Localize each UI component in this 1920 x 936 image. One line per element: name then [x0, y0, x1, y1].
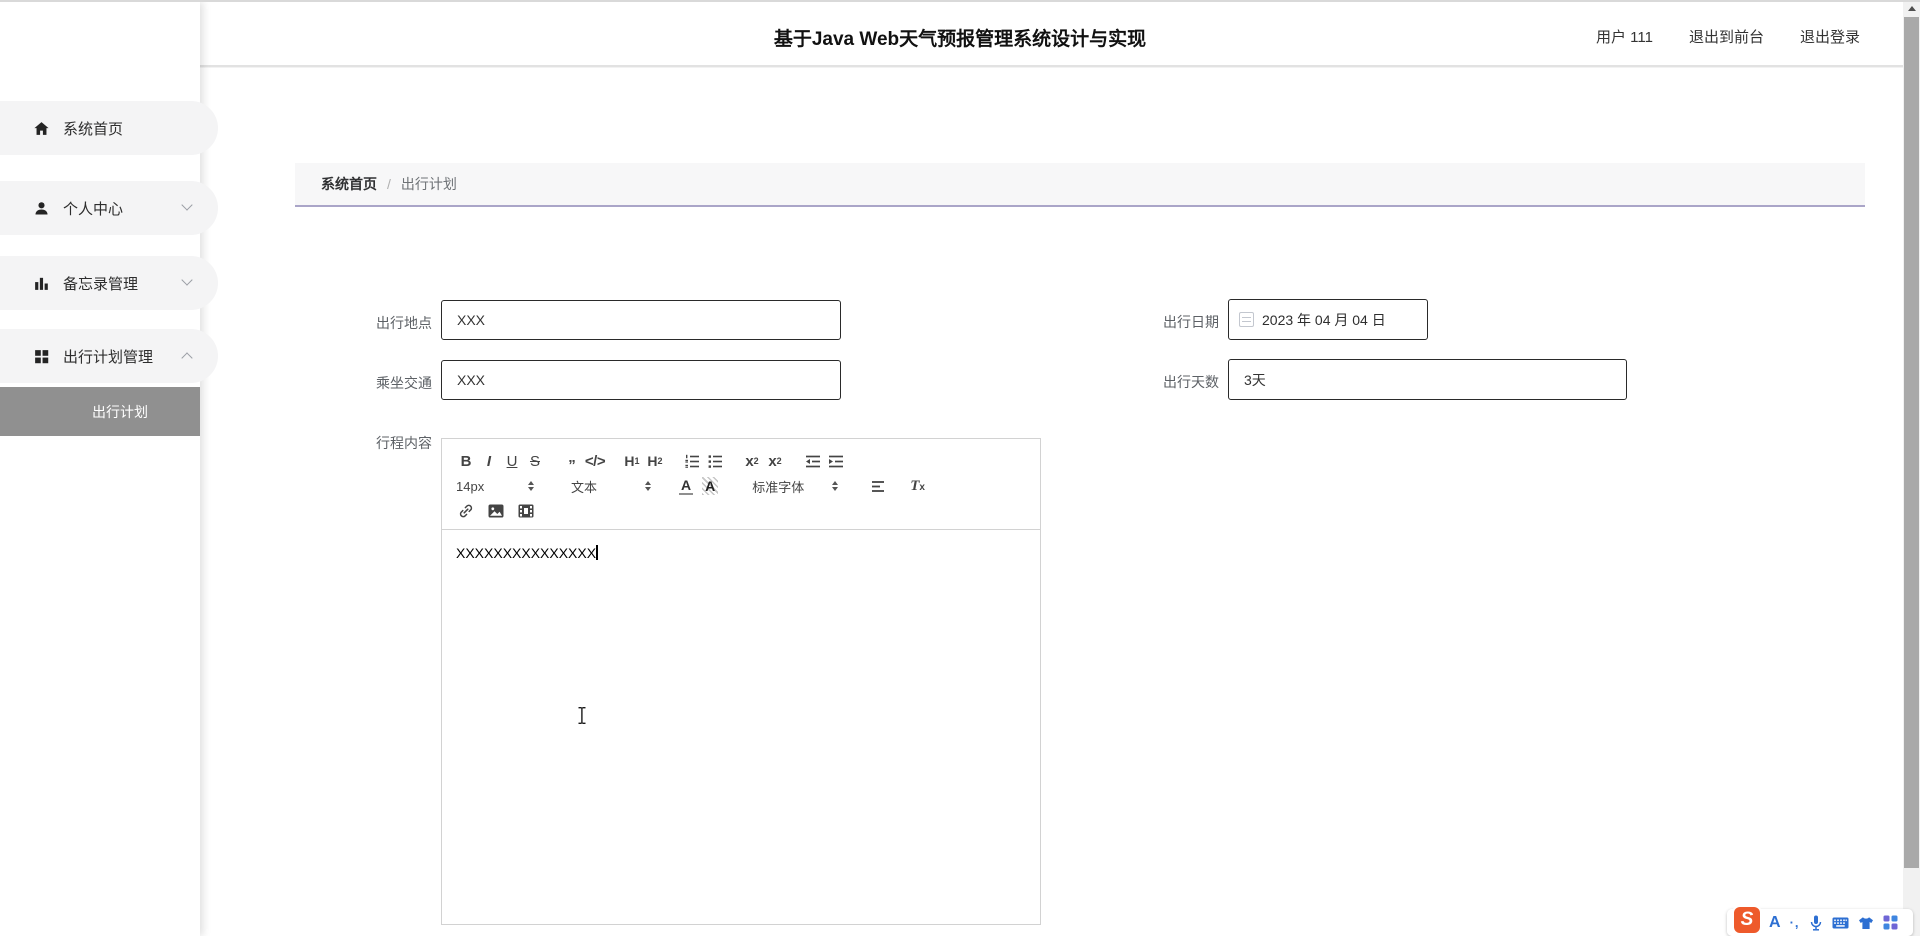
content-label: 行程内容: [376, 435, 432, 451]
strikethrough-button[interactable]: S: [525, 451, 545, 471]
microphone-icon[interactable]: [1809, 915, 1823, 931]
toolbar-row-2: 14px 文本 A A 标准字体 Tx: [456, 475, 1026, 497]
breadcrumb-current: 出行计划: [400, 176, 457, 192]
date-label: 出行日期: [1163, 314, 1219, 330]
insert-image-button[interactable]: [486, 501, 506, 521]
video-icon: [518, 504, 534, 518]
scrollbar-thumb[interactable]: [1904, 17, 1919, 868]
insert-video-button[interactable]: [516, 501, 536, 521]
toolbar-row-3: [456, 500, 1026, 522]
code-block-button[interactable]: </>: [585, 451, 606, 471]
vertical-scrollbar[interactable]: [1903, 0, 1920, 936]
grid-icon: [33, 348, 50, 365]
sidebar: 系统首页 个人中心 备忘录管理 出行计划管理 出行计划: [0, 2, 218, 936]
superscript-button[interactable]: x2: [765, 451, 785, 471]
sogou-logo-icon[interactable]: S: [1734, 907, 1760, 933]
breadcrumb-root[interactable]: 系统首页: [321, 174, 377, 194]
indent-button[interactable]: [825, 451, 845, 471]
select-arrows-icon: [528, 481, 534, 491]
outdent-button[interactable]: [802, 451, 822, 471]
sidebar-item-personal-center[interactable]: 个人中心: [0, 181, 218, 235]
bar-chart-icon: [33, 275, 50, 292]
page: 基于Java Web天气预报管理系统设计与实现 用户 111 退出到前台 退出登…: [0, 0, 1920, 936]
ime-toolbar: S A ·,: [1727, 907, 1913, 936]
skin-tshirt-icon[interactable]: [1858, 916, 1874, 930]
scroll-up-button[interactable]: [1903, 0, 1920, 17]
sidebar-item-memo-management[interactable]: 备忘录管理: [0, 256, 218, 310]
sidebar-subitem-trip-plan[interactable]: 出行计划: [0, 387, 200, 436]
underline-button[interactable]: U: [502, 451, 522, 471]
link-icon: [459, 504, 473, 518]
location-input[interactable]: [441, 300, 841, 340]
ime-language-mode[interactable]: A: [1769, 914, 1781, 932]
clear-format-button[interactable]: Tx: [910, 478, 925, 495]
exit-to-front-link[interactable]: 退出到前台: [1689, 26, 1764, 47]
text-caret: [596, 545, 598, 560]
keyboard-icon[interactable]: [1832, 917, 1849, 929]
outdent-icon: [806, 455, 820, 468]
sidebar-item-label: 出行计划管理: [63, 348, 154, 366]
chevron-down-icon: [181, 274, 193, 286]
transport-label: 乘坐交通: [376, 375, 432, 391]
chevron-down-icon: [181, 199, 193, 211]
toolbox-grid-icon[interactable]: [1883, 915, 1898, 930]
logout-link[interactable]: 退出登录: [1800, 26, 1860, 47]
mouse-cursor-ibeam: [576, 706, 588, 730]
insert-link-button[interactable]: [456, 501, 476, 521]
select-arrows-icon: [832, 481, 839, 491]
top-border: [0, 0, 1920, 2]
date-input[interactable]: 2023 年 04 月 04 日: [1228, 299, 1428, 340]
align-icon: [872, 481, 885, 492]
transport-input[interactable]: [441, 360, 841, 400]
align-button[interactable]: [868, 476, 888, 496]
breadcrumb-separator: /: [387, 176, 391, 192]
editor-toolbar: B I U S ” </> H1 H2 x2 x2 14px 文本 A A 标准…: [442, 439, 1040, 530]
toolbar-row-1: B I U S ” </> H1 H2 x2 x2: [456, 450, 1026, 473]
home-icon: [33, 120, 50, 137]
ordered-list-button[interactable]: [682, 451, 702, 471]
days-label: 出行天数: [1163, 374, 1219, 390]
sidebar-item-label: 备忘录管理: [63, 275, 139, 293]
breadcrumb: 系统首页 / 出行计划: [295, 163, 1865, 207]
subscript-button[interactable]: x2: [742, 451, 762, 471]
font-size-select[interactable]: 14px: [456, 475, 534, 497]
ime-punctuation-mode[interactable]: ·,: [1790, 915, 1800, 930]
bullet-list-icon: [708, 455, 722, 468]
sidebar-item-label: 系统首页: [63, 120, 124, 138]
blockquote-button[interactable]: ”: [562, 451, 582, 473]
sidebar-item-home[interactable]: 系统首页: [0, 101, 218, 155]
text-color-button[interactable]: A: [679, 477, 694, 495]
calendar-icon: [1239, 312, 1254, 327]
header-links: 用户 111 退出到前台 退出登录: [1596, 26, 1860, 47]
sidebar-subitem-label: 出行计划: [92, 403, 148, 420]
background-color-button[interactable]: A: [702, 477, 719, 495]
heading1-button[interactable]: H1: [622, 451, 642, 471]
select-arrows-icon: [645, 481, 651, 491]
heading2-button[interactable]: H2: [645, 451, 665, 471]
bold-button[interactable]: B: [456, 451, 476, 471]
editor-content-area[interactable]: XXXXXXXXXXXXXXX: [442, 530, 1040, 576]
user-icon: [33, 200, 50, 217]
date-value: 2023 年 04 月 04 日: [1262, 311, 1386, 328]
font-family-select[interactable]: 标准字体: [752, 475, 839, 497]
indent-icon: [829, 455, 843, 468]
bullet-list-button[interactable]: [705, 451, 725, 471]
sidebar-item-trip-plan-management[interactable]: 出行计划管理: [0, 329, 218, 383]
chevron-up-icon: [181, 352, 193, 364]
trip-content-editor: B I U S ” </> H1 H2 x2 x2 14px 文本 A A 标准…: [441, 438, 1041, 925]
location-label: 出行地点: [376, 315, 432, 331]
paragraph-style-select[interactable]: 文本: [571, 475, 651, 497]
user-link[interactable]: 用户 111: [1596, 26, 1653, 47]
ordered-list-icon: [685, 454, 699, 468]
editor-text: XXXXXXXXXXXXXXX: [456, 545, 597, 561]
italic-button[interactable]: I: [479, 451, 499, 471]
days-input[interactable]: [1228, 359, 1627, 400]
arrow-up-icon: [1907, 6, 1916, 11]
image-icon: [488, 504, 504, 518]
sidebar-item-label: 个人中心: [63, 200, 124, 218]
